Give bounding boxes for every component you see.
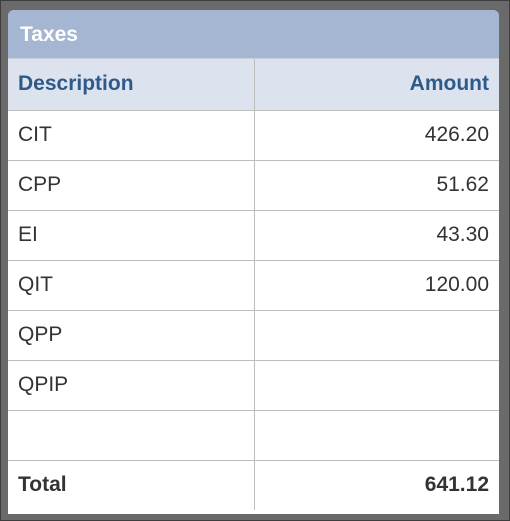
- table-row: QPP: [8, 310, 499, 361]
- total-amount: 641.12: [254, 459, 499, 510]
- table-row: EI 43.30: [8, 210, 499, 261]
- row-amount: 51.62: [254, 160, 499, 211]
- table-row: [8, 410, 499, 461]
- table-row: CPP 51.62: [8, 160, 499, 211]
- amount-column-header: Amount: [254, 59, 499, 111]
- table-row: CIT 426.20: [8, 110, 499, 161]
- row-description: QIT: [8, 260, 255, 311]
- row-description: [8, 410, 255, 461]
- table-header-row: Description Amount: [8, 59, 499, 111]
- row-amount: [254, 410, 499, 461]
- row-amount: 426.20: [254, 110, 499, 161]
- table-row: QIT 120.00: [8, 260, 499, 311]
- row-description: CPP: [8, 160, 255, 211]
- table-row: QPIP: [8, 360, 499, 411]
- description-column-header: Description: [8, 59, 255, 111]
- total-label: Total: [8, 459, 255, 510]
- row-amount: 120.00: [254, 260, 499, 311]
- window-frame: Taxes Description Amount CIT 426.20 CPP …: [0, 0, 510, 521]
- row-description: QPIP: [8, 360, 255, 411]
- row-amount: 43.30: [254, 210, 499, 261]
- row-amount: [254, 360, 499, 411]
- row-description: QPP: [8, 310, 255, 361]
- row-description: EI: [8, 210, 255, 261]
- panel-title: Taxes: [8, 10, 499, 59]
- row-amount: [254, 310, 499, 361]
- taxes-panel: Taxes Description Amount CIT 426.20 CPP …: [8, 10, 499, 514]
- taxes-table: Description Amount CIT 426.20 CPP 51.62 …: [8, 59, 499, 510]
- total-row: Total 641.12: [8, 459, 499, 510]
- row-description: CIT: [8, 110, 255, 161]
